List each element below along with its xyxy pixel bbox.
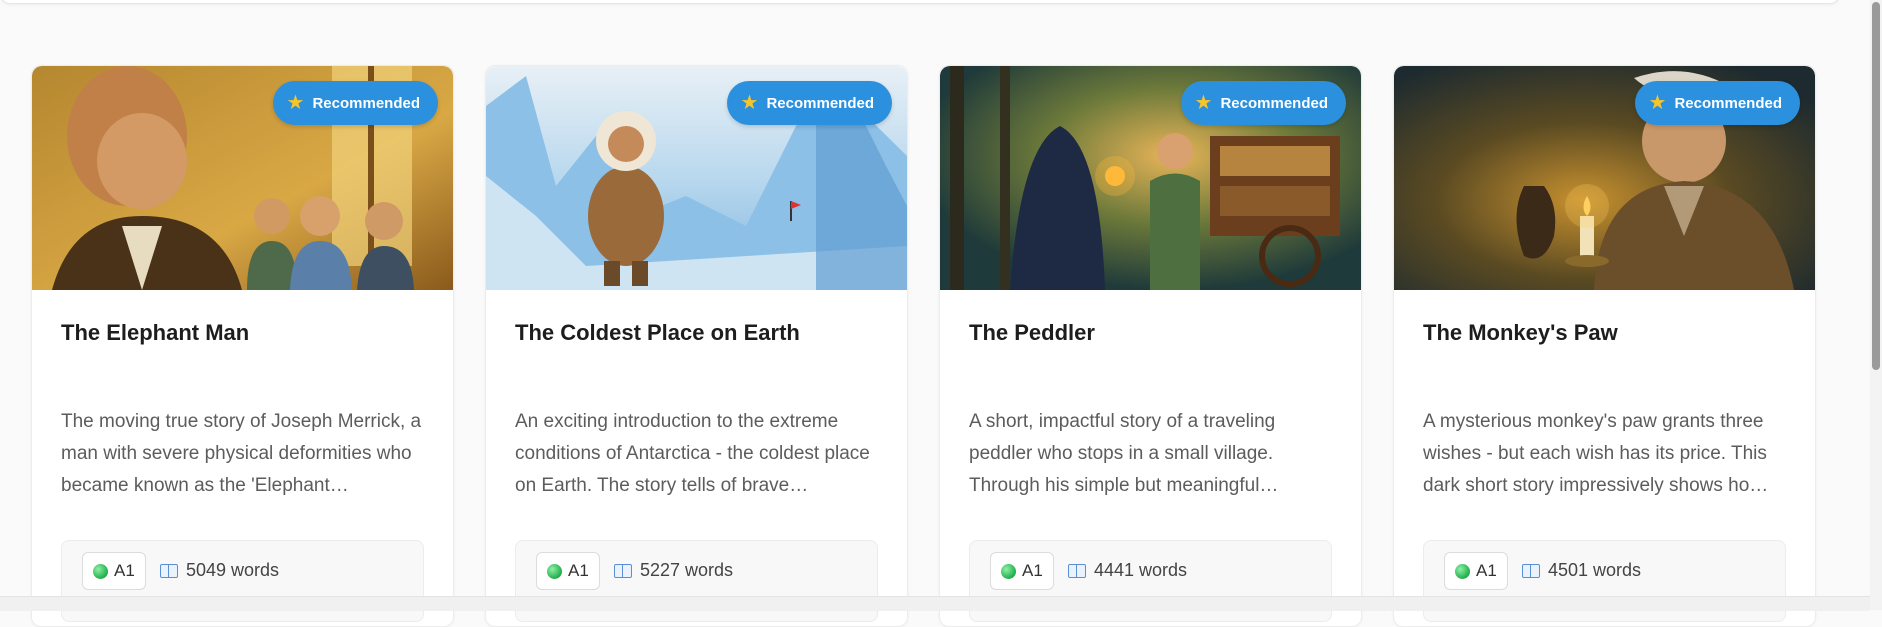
recommended-badge: ★ Recommended [1634,81,1800,125]
word-count: 4501 words [1522,552,1641,588]
badge-label: Recommended [312,94,420,112]
book-icon [1068,563,1086,578]
word-count: 5049 words [160,552,279,588]
word-count-label: 4501 words [1548,559,1642,580]
book-icon [614,563,632,578]
level-badge: A1 [990,552,1054,590]
story-title[interactable]: The Elephant Man [61,320,433,346]
word-count: 5227 words [614,552,733,588]
vertical-scrollbar[interactable] [1870,0,1882,610]
recommended-badge: ★ Recommended [272,81,438,125]
badge-label: Recommended [1674,94,1782,112]
word-count: 4441 words [1068,552,1187,588]
green-dot-icon [1455,563,1470,579]
green-dot-icon [93,563,108,579]
scrollbar-thumb[interactable] [1872,2,1880,370]
story-title[interactable]: The Monkey's Paw [1423,320,1795,346]
book-icon [160,563,178,578]
story-card[interactable]: ★ Recommended The Elephant Man The movin… [31,65,454,627]
level-label: A1 [568,561,589,580]
story-description: The moving true story of Joseph Merrick,… [61,411,422,496]
star-icon: ★ [1648,92,1667,114]
recommended-badge: ★ Recommended [1180,81,1346,125]
story-title[interactable]: The Coldest Place on Earth [515,320,887,346]
story-cover-image: ★ Recommended [1394,66,1815,290]
story-cover-image: ★ Recommended [940,66,1361,290]
story-cover-image: ★ Recommended [32,66,453,290]
word-count-label: 4441 words [1094,559,1188,580]
word-count-label: 5227 words [640,559,734,580]
level-label: A1 [114,561,135,580]
top-search-panel [0,0,1840,4]
story-description: An exciting introduction to the extreme … [515,411,870,496]
level-badge: A1 [1444,552,1508,590]
star-icon: ★ [740,92,759,114]
badge-label: Recommended [1220,94,1328,112]
level-label: A1 [1022,561,1043,580]
star-icon: ★ [286,92,305,114]
story-description: A short, impactful story of a traveling … [969,411,1279,496]
story-card[interactable]: ★ Recommended The Monkey's Paw A mysteri… [1393,65,1816,627]
story-cover-image: ★ Recommended [486,66,907,290]
story-card[interactable]: ★ Recommended The Peddler A short, impac… [939,65,1362,627]
recommended-badge: ★ Recommended [726,81,892,125]
story-description: A mysterious monkey's paw grants three w… [1423,411,1769,496]
story-card[interactable]: ★ Recommended The Coldest Place on Earth… [485,65,908,627]
level-badge: A1 [536,552,600,590]
star-icon: ★ [1194,92,1213,114]
level-label: A1 [1476,561,1497,580]
story-title[interactable]: The Peddler [969,320,1341,346]
badge-label: Recommended [766,94,874,112]
level-badge: A1 [82,552,146,590]
green-dot-icon [547,563,562,579]
story-grid: ★ Recommended The Elephant Man The movin… [31,65,1816,627]
book-icon [1522,563,1540,578]
green-dot-icon [1001,563,1016,579]
bottom-edge [0,596,1870,611]
word-count-label: 5049 words [186,559,280,580]
